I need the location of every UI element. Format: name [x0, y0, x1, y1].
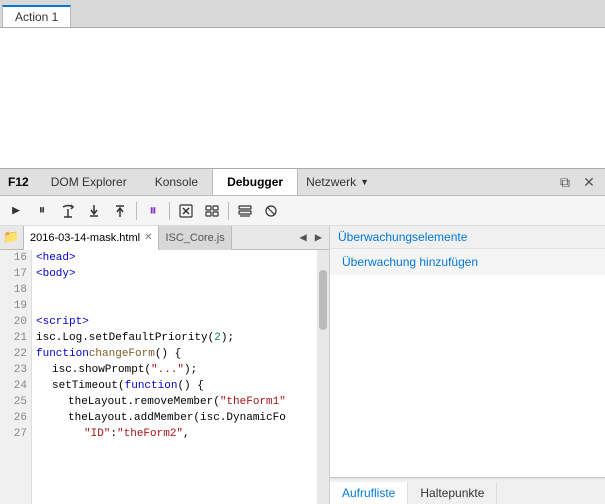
tab-nav-next-icon[interactable]: ▶	[312, 230, 325, 245]
file-tab-inactive[interactable]: ISC_Core.js	[159, 226, 231, 250]
breakpoints-list-button[interactable]	[259, 199, 283, 223]
scrollbar-thumb[interactable]	[319, 270, 327, 330]
main-content-area	[0, 28, 605, 168]
separator3	[228, 202, 229, 220]
step-over-icon	[61, 204, 75, 218]
code-lines[interactable]: <head> <body> <script> isc.Log.setDefaul…	[32, 250, 317, 504]
bottom-tabs: Aufrufliste Haltepunkte	[330, 478, 605, 504]
code-line	[36, 282, 317, 298]
threads-icon	[205, 204, 219, 218]
file-browser-button[interactable]: 📁	[0, 226, 24, 250]
file-tab-name-js: ISC_Core.js	[165, 232, 224, 244]
tab-dom-explorer[interactable]: DOM Explorer	[37, 169, 141, 195]
tab-action1[interactable]: Action 1	[2, 5, 71, 27]
tab-label: Action 1	[15, 10, 58, 24]
devtools-panel: F12 DOM Explorer Konsole Debugger Netzwe…	[0, 168, 605, 504]
callstack-button[interactable]	[233, 199, 257, 223]
line-numbers: 16 17 18 19 20 21 22 23 24 25 26 27	[0, 250, 32, 504]
debugger-toolbar: ▶ ⏸ ⏸	[0, 196, 605, 226]
code-line: <script>	[36, 314, 317, 330]
step-over-button[interactable]	[56, 199, 80, 223]
code-line	[36, 298, 317, 314]
dropdown-arrow-icon: ▼	[360, 177, 369, 187]
code-line: setTimeout(function () {	[36, 378, 317, 394]
close-devtools-icon[interactable]: ✕	[577, 170, 601, 194]
file-tabs: 📁 2016-03-14-mask.html ✕ ISC_Core.js ◀ ▶	[0, 226, 329, 250]
code-editor[interactable]: 16 17 18 19 20 21 22 23 24 25 26 27 <hea…	[0, 250, 329, 504]
separator2	[169, 202, 170, 220]
pause-exception-button[interactable]: ⏸	[141, 199, 165, 223]
scrollbar[interactable]	[317, 250, 329, 504]
step-out-button[interactable]	[108, 199, 132, 223]
code-line: isc.Log.setDefaultPriority(2);	[36, 330, 317, 346]
threads-button[interactable]	[200, 199, 224, 223]
code-line: "ID" : "theForm2",	[36, 426, 317, 442]
play-button[interactable]: ▶	[4, 199, 28, 223]
callstack-icon	[238, 204, 252, 218]
step-into-icon	[87, 204, 101, 218]
separator1	[136, 202, 137, 220]
file-tab-nav: ◀ ▶	[297, 230, 329, 245]
left-panel: 📁 2016-03-14-mask.html ✕ ISC_Core.js ◀ ▶…	[0, 226, 330, 504]
pause-button[interactable]: ⏸	[30, 199, 54, 223]
code-line: theLayout.addMember(isc.DynamicFo	[36, 410, 317, 426]
code-line: isc.showPrompt("...");	[36, 362, 317, 378]
tab-nav-prev-icon[interactable]: ◀	[297, 230, 310, 245]
code-line: <body>	[36, 266, 317, 282]
tab-breakpoints[interactable]: Haltepunkte	[408, 482, 497, 504]
file-tab-name-html: 2016-03-14-mask.html	[30, 232, 140, 244]
watch-content	[330, 275, 605, 477]
devtools-header-right: ⧉ ✕	[553, 170, 605, 194]
file-tab-close-button[interactable]: ✕	[144, 232, 152, 243]
breakpoints-icon	[264, 204, 278, 218]
editor-area: 📁 2016-03-14-mask.html ✕ ISC_Core.js ◀ ▶…	[0, 226, 605, 504]
code-line: theLayout.removeMember("theForm1"	[36, 394, 317, 410]
f12-label: F12	[0, 169, 37, 195]
step-out-icon	[113, 204, 127, 218]
tab-netzwerk[interactable]: Netzwerk ▼	[298, 175, 377, 189]
exception-icon	[179, 204, 193, 218]
code-line: <head>	[36, 250, 317, 266]
detach-icon[interactable]: ⧉	[553, 170, 577, 194]
watch-header[interactable]: Überwachungselemente	[330, 226, 605, 249]
right-panel: Überwachungselemente Überwachung hinzufü…	[330, 226, 605, 504]
step-into-button[interactable]	[82, 199, 106, 223]
file-tab-active[interactable]: 2016-03-14-mask.html ✕	[24, 226, 159, 250]
exception-button[interactable]	[174, 199, 198, 223]
devtools-header: F12 DOM Explorer Konsole Debugger Netzwe…	[0, 168, 605, 196]
top-tab-bar: Action 1	[0, 0, 605, 28]
tab-konsole[interactable]: Konsole	[141, 169, 212, 195]
tab-callstack[interactable]: Aufrufliste	[330, 482, 408, 504]
code-line: function changeForm() {	[36, 346, 317, 362]
tab-debugger[interactable]: Debugger	[212, 169, 298, 195]
watch-add-button[interactable]: Überwachung hinzufügen	[330, 249, 605, 275]
watch-panel: Überwachungselemente Überwachung hinzufü…	[330, 226, 605, 478]
